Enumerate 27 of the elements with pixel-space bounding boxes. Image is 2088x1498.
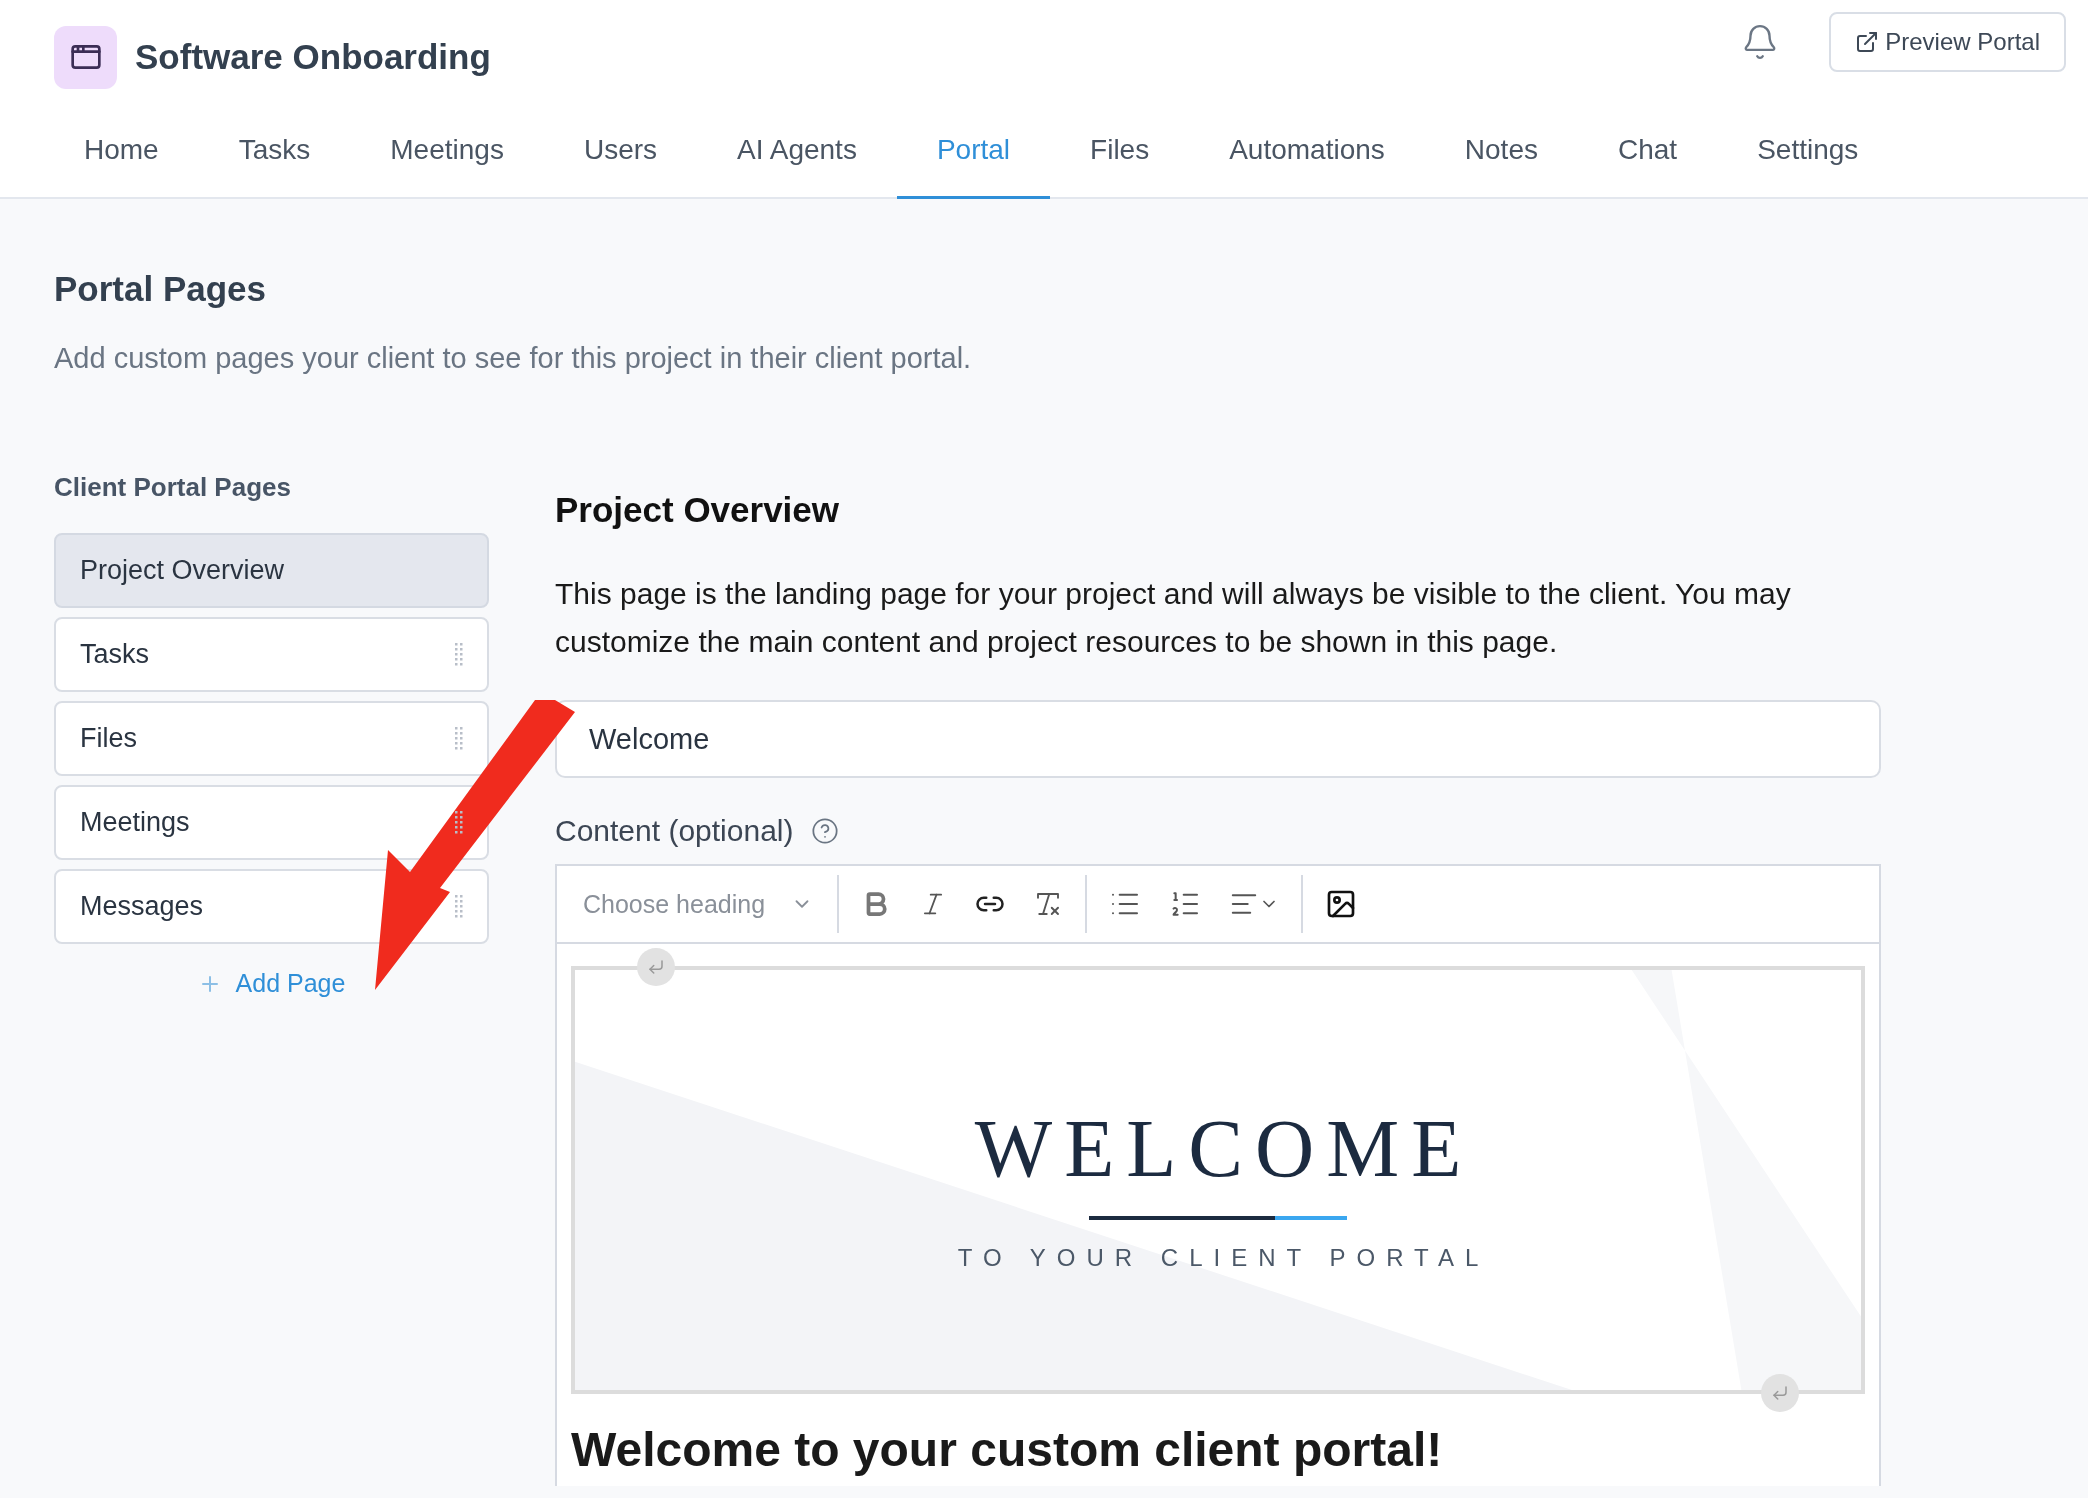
page-description: This page is the landing page for your project and will always be visible to the client. You may customize the main content and project resources to be shown in this page.: [555, 576, 1792, 660]
page-list-item[interactable]: Project Overview: [54, 533, 489, 608]
nav-tab[interactable]: Users: [543, 110, 698, 199]
page-list-item[interactable]: Tasks: [54, 617, 489, 692]
project-title: Software Onboarding: [135, 37, 491, 77]
banner-subtitle: TO YOUR CLIENT PORTAL: [956, 1244, 1490, 1272]
page-list-item[interactable]: Files: [54, 701, 489, 776]
section-subtitle: Add custom pages your client to see for this project in their client portal.: [54, 342, 973, 375]
content-heading: Welcome to your custom client portal!: [571, 1422, 1444, 1477]
nav-tab[interactable]: Automations: [1189, 110, 1425, 199]
preview-portal-button[interactable]: Preview Portal: [1829, 12, 2066, 72]
nav-tab[interactable]: AI Agents: [697, 110, 897, 199]
rich-text-editor[interactable]: Choose heading WELCOME TO YOUR CLIENT PORTAL Welcome to your custom client portal!: [555, 864, 1881, 1486]
nav-tab[interactable]: Chat: [1578, 110, 1718, 199]
nav-tab[interactable]: Meetings: [350, 110, 544, 199]
nav-tab[interactable]: Home: [62, 110, 199, 199]
nav-tab[interactable]: Notes: [1424, 110, 1578, 199]
nav-tab[interactable]: Files: [1050, 110, 1190, 199]
section-title: Portal Pages: [54, 269, 268, 309]
page-title: Project Overview: [555, 490, 841, 530]
nav-tab[interactable]: Tasks: [198, 110, 351, 199]
sidebar-title: Client Portal Pages: [54, 472, 292, 503]
banner-title: WELCOME: [973, 1102, 1474, 1196]
content-label: Content (optional): [555, 814, 794, 848]
page-list-item[interactable]: Meetings: [54, 785, 489, 860]
page-name-field[interactable]: Welcome: [555, 700, 1881, 778]
nav-tab[interactable]: Settings: [1717, 110, 1899, 199]
